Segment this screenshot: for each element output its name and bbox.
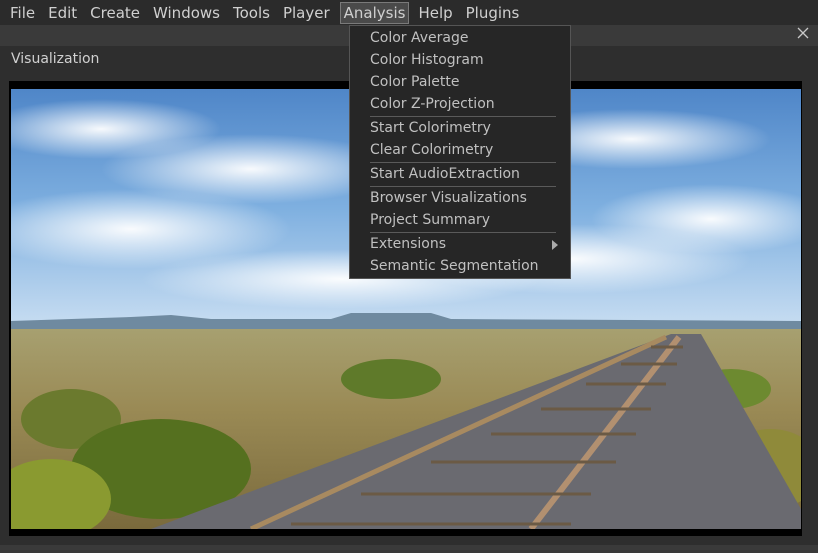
menu-item-project-summary[interactable]: Project Summary: [370, 212, 490, 228]
menu-file[interactable]: File: [4, 2, 41, 24]
menu-tools[interactable]: Tools: [227, 2, 276, 24]
menu-item-color-histogram[interactable]: Color Histogram: [370, 52, 484, 68]
menu-separator: [370, 232, 556, 233]
menu-item-clear-colorimetry[interactable]: Clear Colorimetry: [370, 142, 493, 158]
menu-item-start-colorimetry[interactable]: Start Colorimetry: [370, 120, 491, 136]
menu-item-color-palette[interactable]: Color Palette: [370, 74, 460, 90]
menu-item-color-average[interactable]: Color Average: [370, 30, 469, 46]
menu-player[interactable]: Player: [277, 2, 336, 24]
menu-create[interactable]: Create: [84, 2, 146, 24]
menu-separator: [370, 186, 556, 187]
menu-help[interactable]: Help: [412, 2, 458, 24]
bottom-status-bar: [0, 545, 818, 553]
menu-item-browser-visualizations[interactable]: Browser Visualizations: [370, 190, 527, 206]
submenu-arrow-icon: [552, 240, 558, 250]
menu-bar: File Edit Create Windows Tools Player An…: [0, 0, 818, 25]
panel-title: Visualization: [11, 51, 100, 67]
close-icon[interactable]: [796, 27, 810, 41]
menu-item-color-z-projection[interactable]: Color Z-Projection: [370, 96, 495, 112]
menu-item-start-audio-extraction[interactable]: Start AudioExtraction: [370, 166, 520, 182]
menu-separator: [370, 162, 556, 163]
menu-separator: [370, 116, 556, 117]
analysis-dropdown-menu: Color Average Color Histogram Color Pale…: [349, 25, 571, 279]
menu-plugins[interactable]: Plugins: [460, 2, 526, 24]
menu-edit[interactable]: Edit: [42, 2, 83, 24]
menu-analysis[interactable]: Analysis: [339, 1, 410, 24]
menu-item-semantic-segmentation[interactable]: Semantic Segmentation: [370, 258, 539, 274]
menu-windows[interactable]: Windows: [147, 2, 226, 24]
menu-item-extensions[interactable]: Extensions: [370, 236, 446, 252]
